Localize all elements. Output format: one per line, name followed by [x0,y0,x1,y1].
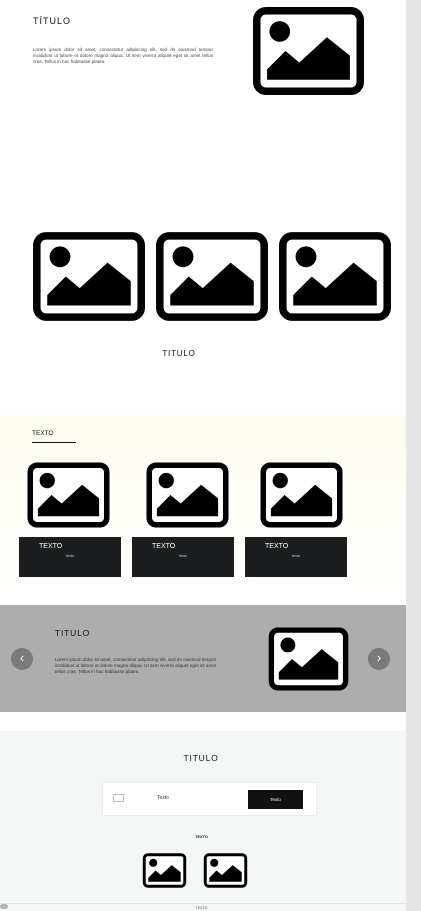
submit-button[interactable]: Texto [248,790,303,809]
chevron-right-icon[interactable]: › [368,648,390,670]
page: TÍTULO Lorem ipsum dolor sit amet, conse… [0,0,406,911]
hero-title: TÍTULO [33,16,72,26]
image-placeholder-icon [154,230,270,323]
card-subtitle: texto [66,554,74,558]
card[interactable]: TEXTO texto [19,537,121,577]
footer-divider [0,903,406,904]
hero-text: Lorem ipsum dolor sit amet, consectetur … [33,47,213,64]
card[interactable]: TEXTO texto [132,537,234,577]
image-placeholder-icon [26,461,111,529]
card-title: TEXTO [265,543,289,550]
gallery-title: TITULO [162,349,196,358]
image-placeholder-icon [277,230,393,323]
horizontal-scrollbar-thumb[interactable] [0,904,8,909]
card-title: TEXTO [152,543,176,550]
cards-label: TEXTO [32,430,54,437]
card-subtitle: texto [292,554,300,558]
subscribe-form: Texto Texto [102,782,317,816]
card-subtitle: texto [179,554,187,558]
image-placeholder-icon [31,230,147,323]
image-placeholder-icon [259,461,344,529]
contact-title: TITULO [183,753,219,763]
image-placeholder-icon [145,461,230,529]
footer-text: TEXTO [195,906,208,910]
image-placeholder-icon [266,626,351,692]
mail-icon [113,794,124,802]
image-placeholder-icon [203,852,248,889]
image-placeholder-icon [142,852,187,889]
contact-label: TEXTO [195,835,208,839]
email-input[interactable]: Texto [157,795,169,801]
slider-title: TITULO [55,628,91,638]
image-placeholder-icon [251,5,366,97]
card[interactable]: TEXTO texto [245,537,347,577]
vertical-scrollbar[interactable] [406,0,421,911]
card-title: TEXTO [39,543,63,550]
slider-text: Lorem ipsum dolor sit amet, consectetur … [55,657,217,674]
chevron-left-icon[interactable]: ‹ [11,648,33,670]
cards-label-underline [32,442,76,443]
